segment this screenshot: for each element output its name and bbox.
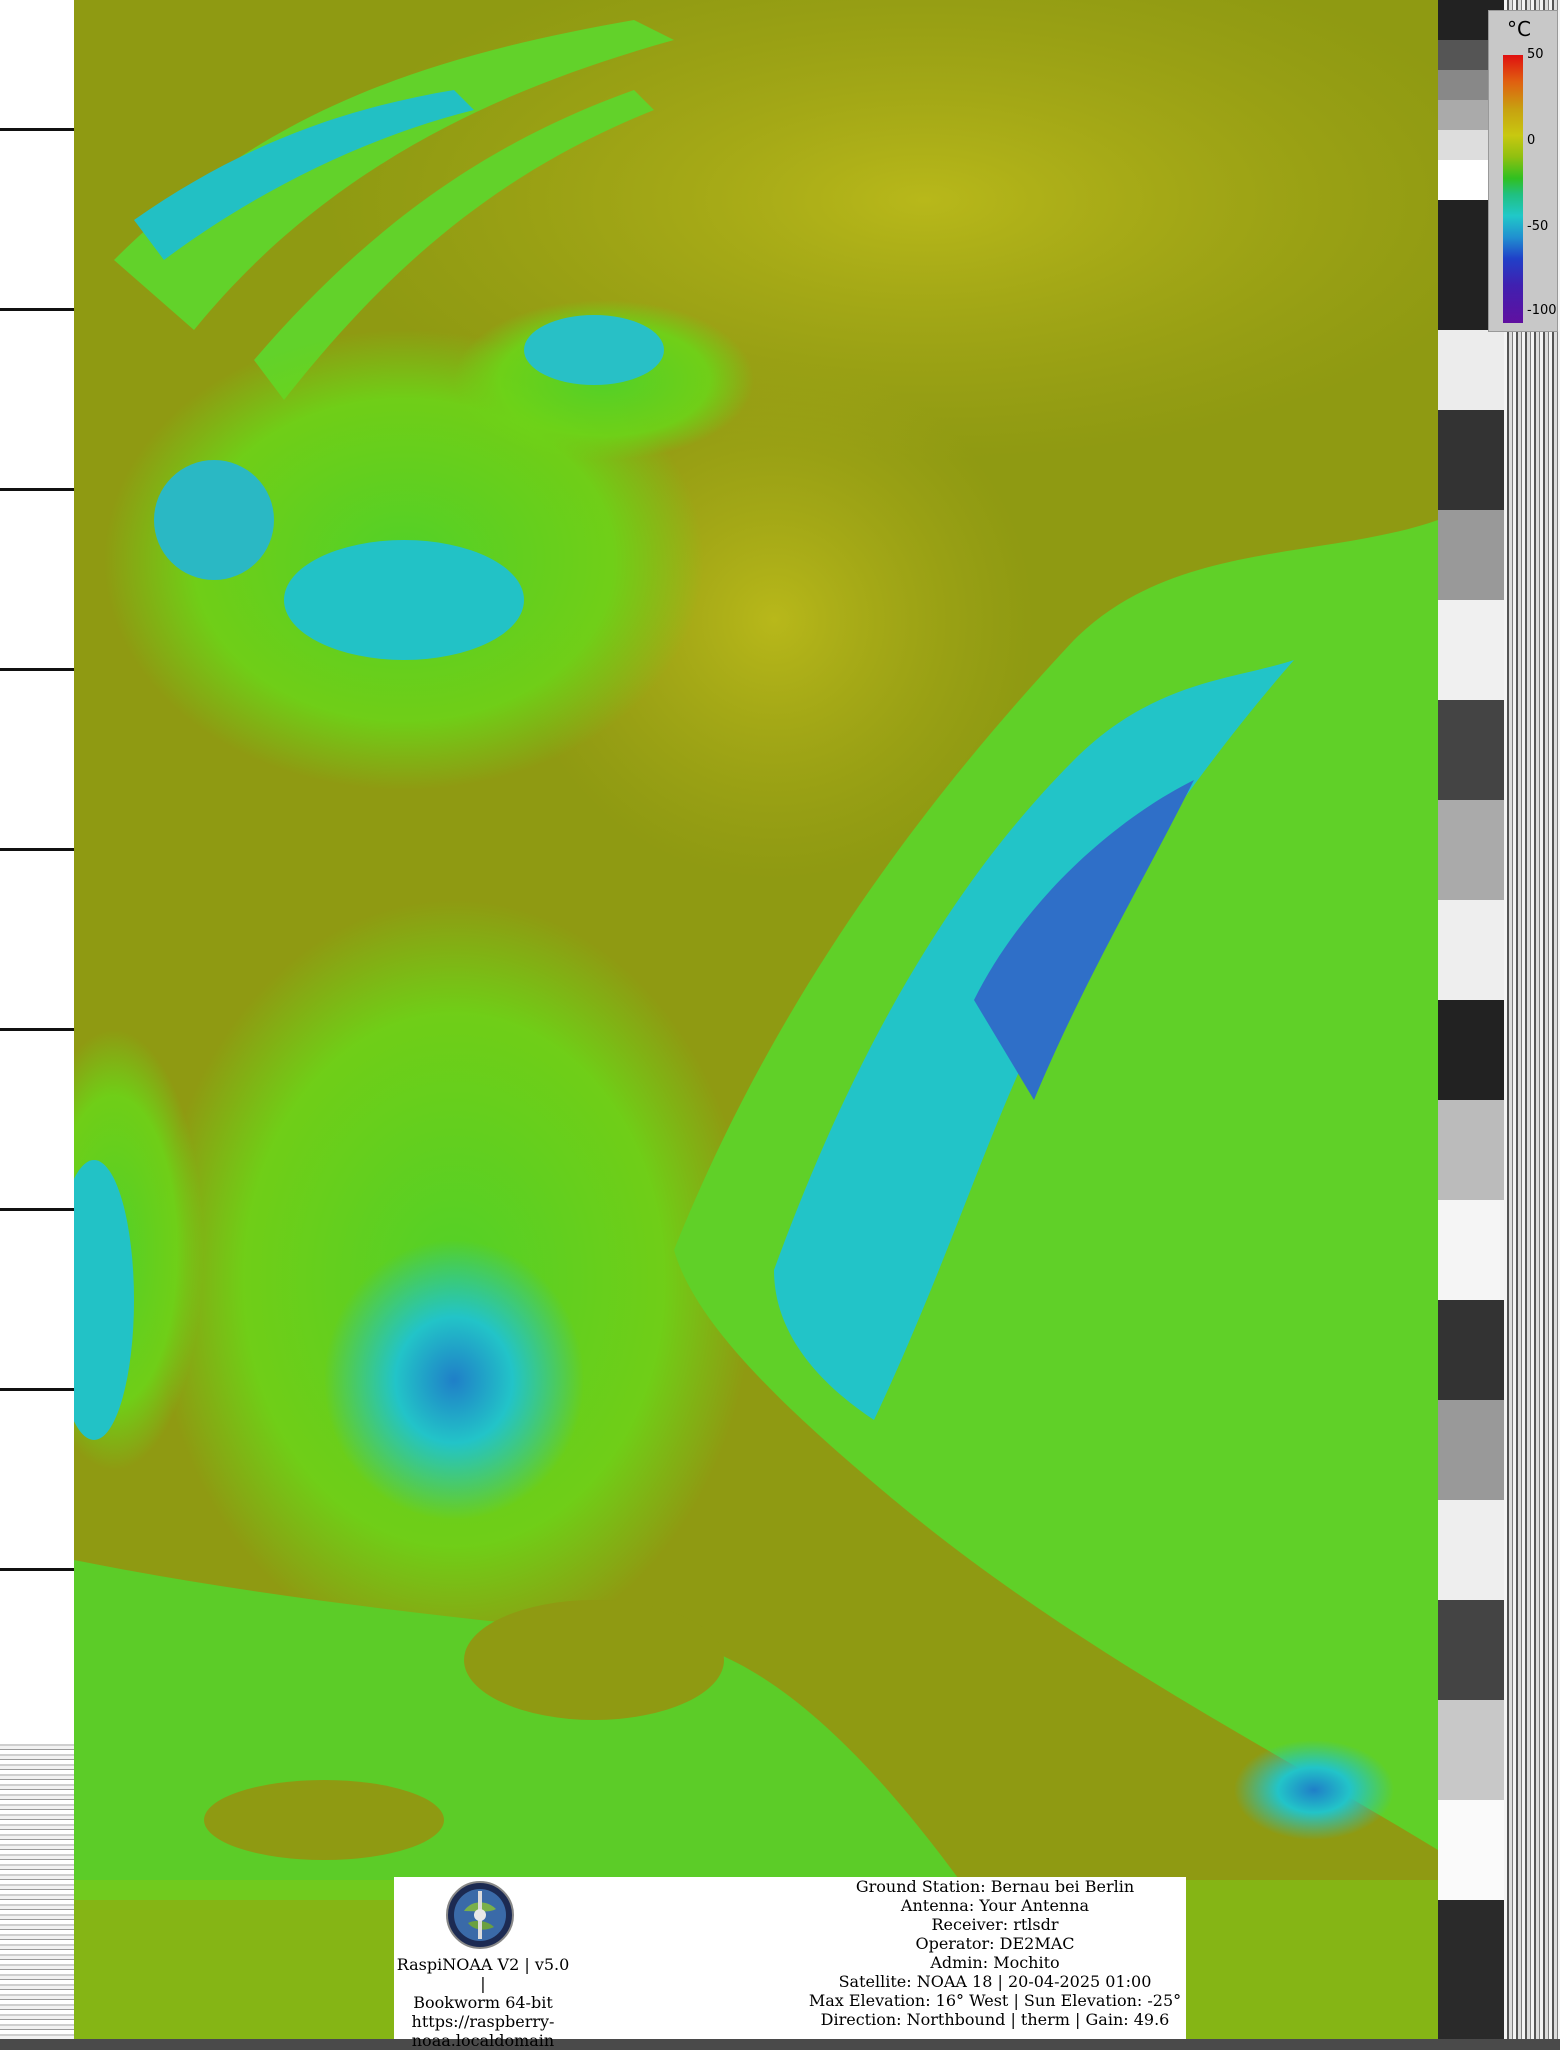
- calibration-wedge: [1438, 1500, 1504, 1600]
- telemetry-tick: [0, 1208, 74, 1211]
- direction-line: Direction: Northbound | therm | Gain: 49…: [820, 2010, 1170, 2029]
- ground-station-line: Ground Station: Bernau bei Berlin: [855, 1877, 1135, 1896]
- calibration-wedge: [1438, 600, 1504, 700]
- left-telemetry-strip: [0, 0, 74, 2039]
- calibration-wedge: [1438, 1200, 1504, 1300]
- telemetry-tick: [0, 1568, 74, 1571]
- telemetry-tick: [0, 668, 74, 671]
- telemetry-tick: [0, 1028, 74, 1031]
- telemetry-tick: [0, 488, 74, 491]
- admin-line: Admin: Mochito: [930, 1953, 1060, 1972]
- telemetry-tick: [0, 1388, 74, 1391]
- calibration-wedge: [1438, 510, 1504, 600]
- telemetry-tick: [0, 128, 74, 131]
- station-line: Bookworm 64-bit: [413, 1993, 553, 2012]
- legend-label-minus-50: -50: [1527, 219, 1549, 234]
- calibration-wedge: [1438, 1700, 1504, 1800]
- capture-info-box: RaspiNOAA V2 | v5.0 | Bookworm 64-bit ht…: [394, 1877, 1186, 2050]
- satellite-line: Satellite: NOAA 18 | 20-04-2025 01:00: [838, 1972, 1152, 1991]
- elevation-line: Max Elevation: 16° West | Sun Elevation:…: [808, 1991, 1182, 2010]
- calibration-wedge: [1438, 1800, 1504, 1900]
- receiver-line: Receiver: rtlsdr: [931, 1915, 1059, 1934]
- pass-metadata: Ground Station: Bernau bei Berlin Antenn…: [804, 1877, 1186, 2029]
- temperature-legend: °C 50 0 -50 -100: [1488, 10, 1558, 332]
- calibration-wedge: [1438, 800, 1504, 900]
- antenna-line: Antenna: Your Antenna: [900, 1896, 1090, 1915]
- legend-label-50: 50: [1527, 47, 1544, 62]
- calibration-wedge: [1438, 1400, 1504, 1500]
- legend-label-minus-100: -100: [1527, 303, 1557, 318]
- legend-unit: °C: [1507, 17, 1531, 41]
- calibration-wedge: [1438, 1900, 1504, 2039]
- telemetry-tick: [0, 308, 74, 311]
- calibration-wedge: [1438, 1100, 1504, 1200]
- calibration-wedge: [1438, 900, 1504, 1000]
- calibration-wedge: [1438, 1000, 1504, 1100]
- telemetry-noise: [0, 1740, 74, 2039]
- calibration-wedge: [1438, 410, 1504, 510]
- operator-line: Operator: DE2MAC: [915, 1934, 1075, 1953]
- raspinoaa-logo: [446, 1881, 514, 1949]
- station-line: noaa.localdomain: [411, 2031, 555, 2050]
- calibration-wedge: [1438, 330, 1504, 410]
- calibration-wedge: [1438, 1300, 1504, 1400]
- station-info: RaspiNOAA V2 | v5.0 | Bookworm 64-bit ht…: [394, 1955, 572, 2050]
- legend-label-0: 0: [1527, 133, 1536, 148]
- calibration-wedge: [1438, 700, 1504, 800]
- thermal-satellite-image: [74, 0, 1438, 2039]
- station-line: https://raspberry-: [411, 2012, 555, 2031]
- station-line: RaspiNOAA V2 | v5.0 |: [396, 1955, 570, 1993]
- legend-color-bar: [1503, 55, 1523, 323]
- calibration-wedge: [1438, 1600, 1504, 1700]
- telemetry-tick: [0, 848, 74, 851]
